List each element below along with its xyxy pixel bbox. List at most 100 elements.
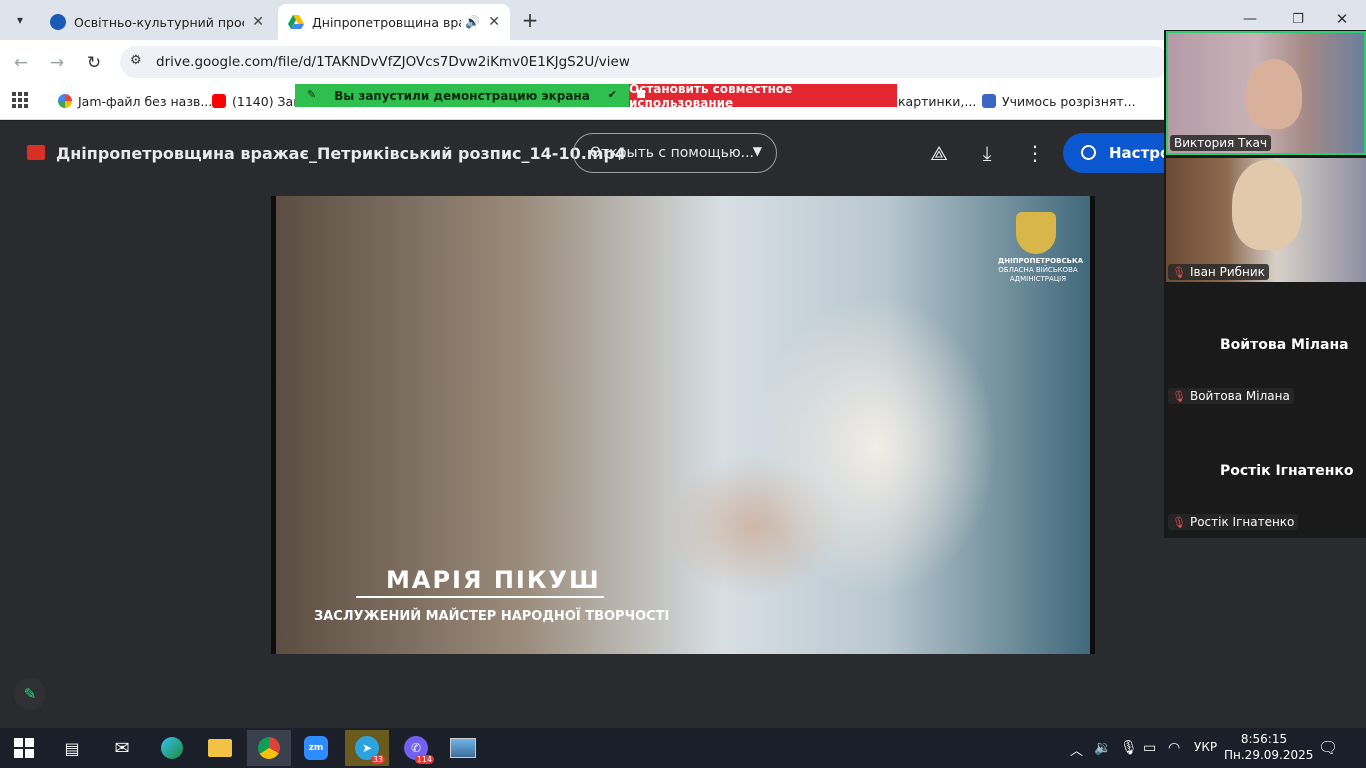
folder-icon: [208, 739, 232, 757]
participant-video: [1232, 160, 1302, 250]
bookmark-kartynky[interactable]: картинки,...: [898, 92, 976, 110]
video-logo-crest-icon: [1016, 212, 1056, 254]
close-icon: ✕: [1335, 10, 1349, 28]
participant-tile-rostik[interactable]: Ростік Ігнатенко 🎙 Ростік Ігнатенко: [1166, 410, 1366, 534]
network-tray[interactable]: ◠: [1168, 740, 1180, 756]
download-button[interactable]: ⤓: [974, 141, 1000, 165]
drive-add-icon: ⟁: [930, 141, 948, 165]
wifi-icon: ◠: [1168, 740, 1181, 756]
participant-display-name: Ростік Ігнатенко: [1220, 463, 1354, 479]
stop-sharing-button[interactable]: Остановить совместное использование: [629, 82, 897, 110]
taskbar-viber[interactable]: ✆ 114: [394, 730, 438, 766]
taskbar-telegram[interactable]: ➤ 33: [345, 730, 389, 766]
speaker-icon: 🔉: [1094, 740, 1112, 756]
site-info-icon[interactable]: ⚙: [130, 53, 142, 68]
address-url: drive.google.com/file/d/1TAKNDvVfZJOVcs7…: [156, 54, 630, 70]
taskbar-zoom[interactable]: zm: [294, 730, 338, 766]
restore-icon: ❐: [1292, 11, 1304, 27]
battery-icon: ▭: [1143, 740, 1157, 756]
participant-tile-viktoria[interactable]: Виктория Ткач: [1166, 31, 1366, 155]
task-view-button[interactable]: ▤: [50, 730, 94, 766]
apps-button[interactable]: [10, 90, 30, 110]
chat-bubble-icon: 🗨: [1318, 738, 1339, 757]
address-bar[interactable]: ⚙ drive.google.com/file/d/1TAKNDvVfZJOVc…: [120, 46, 1170, 78]
participant-tile-ivan[interactable]: 🎙 Іван Рибник: [1166, 158, 1366, 282]
video-caption-name: МАРІЯ ПІКУШ: [386, 566, 601, 594]
participant-name-chip: 🎙 Іван Рибник: [1168, 264, 1269, 280]
participant-video: [1246, 59, 1302, 129]
participant-name-chip: 🎙 Ростік Ігнатенко: [1168, 514, 1299, 530]
windows-logo-icon: [14, 738, 34, 758]
image-viewer-icon: [450, 738, 476, 758]
arrow-right-icon: →: [49, 53, 65, 73]
globe-icon: [1081, 145, 1096, 160]
clock-date: Пн.29.09.2025: [1224, 748, 1314, 762]
caret-down-icon: ▼: [752, 144, 762, 158]
file-title: Дніпропетровщина вражає_Петриківський ро…: [56, 144, 627, 163]
arrow-left-icon: ←: [13, 53, 29, 73]
minimize-icon: —: [1243, 11, 1257, 27]
mail-icon: ✉: [114, 737, 130, 759]
participant-name-chip: 🎙 Войтова Мілана: [1168, 388, 1294, 404]
clock[interactable]: 8:56:15 Пн.29.09.2025: [1224, 731, 1314, 763]
mic-off-icon: 🎙: [1172, 515, 1186, 529]
add-to-drive-button[interactable]: ⟁: [926, 141, 952, 165]
show-hidden-icons[interactable]: ︿: [1070, 740, 1083, 759]
notification-badge: 114: [414, 755, 434, 764]
notification-center-button[interactable]: 🗨: [1318, 738, 1338, 757]
chevron-down-icon: ▾: [16, 13, 24, 27]
video-file-icon: [27, 145, 45, 160]
video-caption-title: ЗАСЛУЖЕНИЙ МАЙСТЕР НАРОДНОЇ ТВОРЧОСТІ: [314, 609, 670, 624]
more-options-button[interactable]: ⋮: [1022, 141, 1048, 165]
reload-button[interactable]: ↻: [83, 52, 105, 74]
edge-icon: [161, 737, 183, 759]
bookmark-uchymos[interactable]: Учимось розрізнят...: [982, 92, 1136, 110]
participant-tile-milana[interactable]: Войтова Мілана 🎙 Войтова Мілана: [1166, 284, 1366, 408]
more-vertical-icon: ⋮: [1025, 141, 1045, 165]
tab-title: Освітньо-культурний проєкт «: [74, 14, 244, 30]
speaker-icon[interactable]: 🔊: [465, 15, 480, 29]
window-restore-button[interactable]: ❐: [1284, 6, 1312, 32]
language-indicator[interactable]: УКР: [1194, 740, 1217, 754]
battery-tray[interactable]: ▭: [1143, 740, 1156, 756]
zoom-icon: zm: [304, 736, 328, 760]
new-tab-button[interactable]: +: [518, 8, 542, 32]
bookmark-jam-file[interactable]: Jam-файл без назв...: [58, 92, 212, 110]
shield-icon: [982, 94, 996, 108]
participant-name-chip: Виктория Ткач: [1170, 135, 1272, 151]
tab-osvitno-kulturnyi[interactable]: Освітньо-культурний проєкт « ✕: [40, 4, 274, 40]
window-close-button[interactable]: ✕: [1328, 6, 1356, 32]
plus-icon: +: [521, 8, 539, 32]
google-drive-icon: [288, 15, 304, 29]
microphone-icon: 🎙: [1120, 740, 1138, 756]
close-icon[interactable]: ✕: [252, 14, 264, 30]
reload-icon: ↻: [86, 53, 102, 73]
chevron-up-icon: ︿: [1070, 744, 1084, 759]
tab-dnipropetrovshchyna[interactable]: Дніпропетровщина враж 🔊 ✕: [278, 4, 510, 40]
taskbar-chrome[interactable]: [247, 730, 291, 766]
youtube-icon: [212, 94, 226, 108]
open-with-dropdown[interactable]: Открыть с помощью... ▼: [573, 133, 777, 173]
video-logo-text: ДНІПРОПЕТРОВСЬКА ОБЛАСНА ВІЙСЬКОВА АДМІН…: [998, 257, 1084, 283]
taskbar-photos[interactable]: [441, 730, 485, 766]
back-button[interactable]: ←: [10, 52, 32, 74]
site-favicon-icon: [50, 14, 66, 30]
tab-search-button[interactable]: ▾: [8, 8, 32, 32]
annotate-button[interactable]: ✎: [14, 678, 46, 710]
taskbar-file-explorer[interactable]: [198, 730, 242, 766]
taskbar-mail[interactable]: ✉: [100, 730, 144, 766]
pin-icon: ✎: [307, 88, 317, 101]
forward-button[interactable]: →: [46, 52, 68, 74]
download-icon: ⤓: [982, 141, 992, 165]
volume-tray[interactable]: 🔉: [1094, 740, 1111, 756]
close-icon[interactable]: ✕: [488, 14, 500, 30]
microphone-tray[interactable]: 🎙: [1120, 740, 1138, 756]
clock-time: 8:56:15: [1240, 732, 1288, 746]
task-view-icon: ▤: [64, 738, 80, 758]
google-icon: [58, 94, 72, 108]
window-minimize-button[interactable]: —: [1236, 6, 1264, 32]
notification-badge: 33: [370, 755, 385, 764]
shield-check-icon: ✔: [607, 88, 617, 101]
taskbar-edge[interactable]: [150, 730, 194, 766]
start-button[interactable]: [2, 730, 46, 766]
